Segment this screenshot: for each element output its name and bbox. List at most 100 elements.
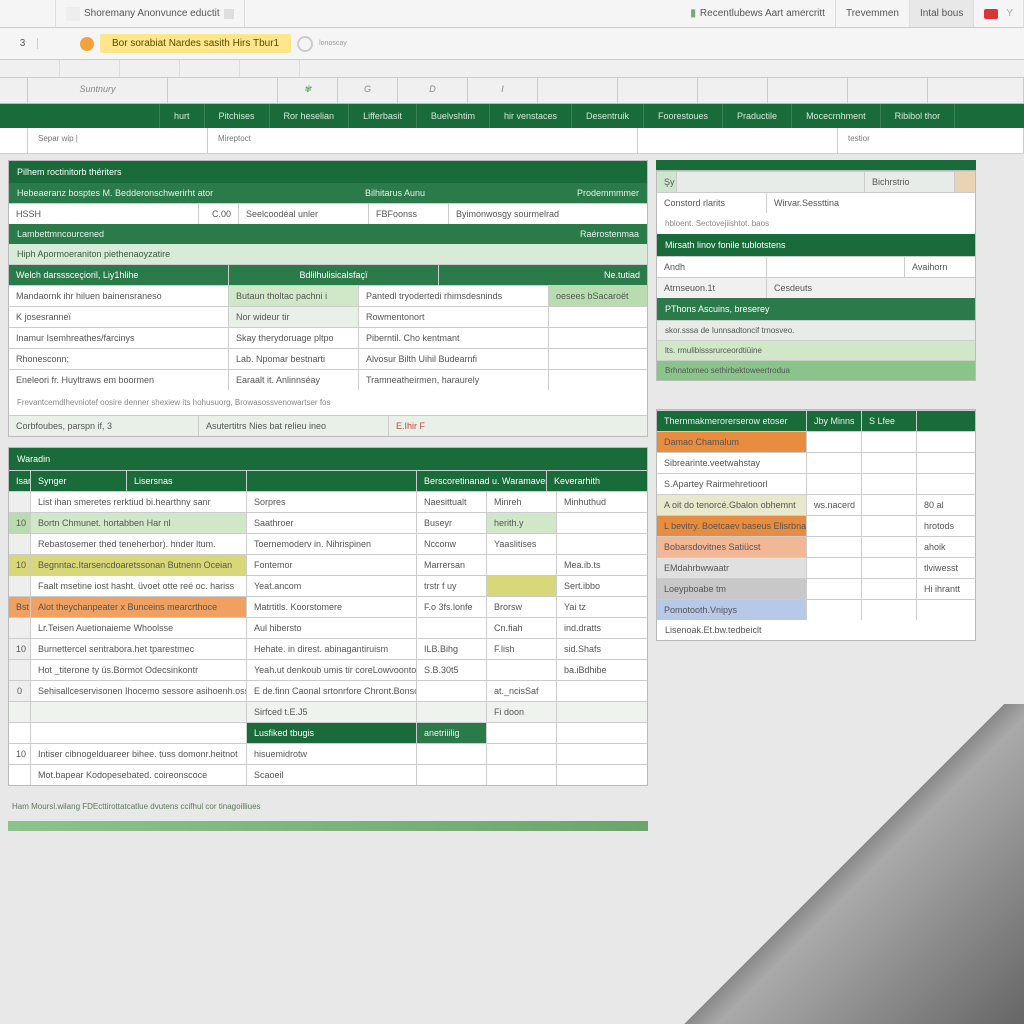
table-row[interactable]: Damao Chamalum [657,431,975,452]
ribbon-tab[interactable]: Praductile [723,104,792,128]
table-row[interactable]: Bobarsdovitnes Satiücstahoik [657,536,975,557]
table-row[interactable]: A oit do tenorcé.Gbalon obhemntws.nacerd… [657,494,975,515]
table-row[interactable]: Constord rlarits Wirvar.Sessttina [657,192,975,213]
table-row[interactable]: Andh Avaihorn [657,256,975,277]
tab-main[interactable]: Shoremany Anonvunce eductit [56,0,245,27]
col-c[interactable]: ✾ [278,78,338,103]
ribbon-tab[interactable]: hurt [160,104,205,128]
ribbon-tab[interactable]: Mocecrnhment [792,104,881,128]
dropdown-icon[interactable] [955,172,975,192]
table-row[interactable]: Atrnseuon.1t Cesdeuts [657,277,975,298]
col-l[interactable] [928,78,1024,103]
ribbon-tab[interactable]: Ror heselian [270,104,350,128]
table-row[interactable]: Inamur Isemhreathes/farcinysSkay therydo… [9,327,647,348]
table-row[interactable]: Pomotooth.Vnipys [657,599,975,620]
table-row[interactable]: Rhonesconn;Lab. Npomar bestnartiAlvosur … [9,348,647,369]
under-row-2: Lusfiked tbugis anetriiilig [9,722,647,743]
table-row[interactable]: Faalt msetine iost hasht. üvoet otte reé… [9,575,647,596]
ribbon-tab[interactable]: Buelvshtim [417,104,490,128]
right-colortable: Thernmakmerorerserow etoser Jby Minns S … [656,409,976,641]
ctx-a[interactable]: Separ wip | [28,128,208,153]
tab-right-3[interactable]: Intal bous [910,0,974,27]
ribbon-tab[interactable]: Ribibol thor [881,104,956,128]
table-row[interactable]: List ihan smeretes rerktiud bi.hearthny … [9,491,647,512]
window-tabbar: Shoremany Anonvunce eductit ▮ Recentlube… [0,0,1024,28]
table-row[interactable]: EMdahrbwwaatrtlviwesst [657,557,975,578]
ring-icon[interactable] [297,36,313,52]
col-i[interactable] [698,78,768,103]
table-row[interactable]: Eneleori fr. Huyltraws em boormenEaraalt… [9,369,647,390]
col-f[interactable]: I [468,78,538,103]
list-item[interactable]: Brhnatomeo sethirbektoweertrodua [657,360,975,380]
list-item[interactable]: skor.sssa de Iunnsadtoncif trnosveo. [657,320,975,340]
scissors-icon[interactable]: Y [1006,8,1013,19]
ctx-c[interactable]: testior [838,128,1024,153]
table-row[interactable]: Loeypboabe tmHi ihrantt [657,578,975,599]
tab-right-2[interactable]: Trevemmen [836,0,910,27]
tab-icons: Y [974,0,1024,27]
ribbon-tab[interactable]: Lifferbasit [349,104,417,128]
banner-highlight: Bor sorabiat Nardes sasith Hirs Tbur1 [100,34,291,53]
thin-toolbar [0,60,1024,78]
table-row[interactable]: Mot.bapear Kodopesebated. coireonscoceSc… [9,764,647,785]
col-g[interactable] [538,78,618,103]
ribbon-tab[interactable]: Foorestoues [644,104,723,128]
close-icon[interactable] [224,9,234,19]
table-row[interactable]: BstAlot theychanpeater x Bunceins mearcr… [9,596,647,617]
rt2-foot: Lisenoak.Et.bw.tedbeiclt [657,620,975,640]
tab-stub[interactable] [0,0,56,27]
panel-bar-dark: Lambettmncourcened Raérostenmaa [9,224,647,244]
table-row[interactable]: 10Intiser cibnogelduareer bihee. tuss do… [9,743,647,764]
ctx-b[interactable]: Mireptoct [208,128,638,153]
table-row[interactable]: Sibrearinte.veetwahstay [657,452,975,473]
table-row[interactable]: S.Apartey Rairmehretioorl [657,473,975,494]
context-row: Separ wip | Mireptoct testior [0,128,1024,154]
panel-title-1: Pilhem roctinitorb thériters [9,161,647,183]
rt2-header: Thernmakmerorerserow etoser Jby Minns S … [657,410,975,431]
table-row[interactable]: Rebastosemer thed teneherbor). hnder ltu… [9,533,647,554]
tab-right-3-label: Intal bous [920,8,963,19]
sub-text: hbloent. Sectovejiishtot. baos [657,213,975,234]
table-row[interactable]: L bevitry. Boetcaev baseus Elisrbnard A … [657,515,975,536]
ribbon-tab[interactable]: Desentruik [572,104,644,128]
table-row[interactable]: Lr.Teisen Auetionaieme WhoolsseAul hiber… [9,617,647,638]
right-top-panel: Şy Bichrstrio Constord rlarits Wirvar.Se… [656,170,976,381]
tab-right-1[interactable]: ▮ Recentlubews Aart amercritt [680,0,836,27]
col-d[interactable]: G [338,78,398,103]
rt-bar: Şy Bichrstrio [657,171,975,192]
column-letter-row: Suntnury ✾ G D I [0,78,1024,104]
table-row[interactable]: 10Bortn Chmunet. hortabben Har nlSaathro… [9,512,647,533]
left-column: Pilhem roctinitorb thériters Hebeaeranz … [8,160,648,831]
table-row[interactable]: K josesranneïNor wideur tirRowmentonort [9,306,647,327]
table-row[interactable]: 10Burnettercel sentrabora.het tparestmec… [9,638,647,659]
col-h[interactable] [618,78,698,103]
ribbon-tabs: hurt Pitchises Ror heselian Lifferbasit … [0,104,1024,128]
alert-icon[interactable] [984,9,998,19]
banner-small: lonoscay [319,40,347,47]
table-row[interactable]: 0Sehisallceservisonen Ihocemo sessore as… [9,680,647,701]
tab-right-2-label: Trevemmen [846,8,899,19]
col-j[interactable] [768,78,848,103]
table-row[interactable]: HSSH C.00 Seelcoodéal unler FBFoonss Byi… [9,203,647,224]
under-row: Sirfced t.E.J5 Fi doon [9,701,647,722]
table-row[interactable]: Hot _titerone ty üs.Bormot OdecsinkontrY… [9,659,647,680]
col-b[interactable] [168,78,278,103]
waradin-header-row: Isant Synger Lisersnas Berscoretinanad u… [9,470,647,491]
document-icon [66,7,80,21]
table-row[interactable]: 10Begnntac.Itarsencdoaretssonan Butnenn … [9,554,647,575]
right-top-strip [656,160,976,170]
col-e[interactable]: D [398,78,468,103]
banner-num: 3 [8,38,38,49]
rt-hdr3: PThons Ascuins, breserey [657,298,975,320]
panel-sub-hdr: Welch darsssceçioril, Liy1hlihe Bdlilhul… [9,264,647,285]
table-row[interactable]: Mandaornk ihr hiluen bainensranesoButaun… [9,285,647,306]
ribbon-tab[interactable]: hir venstaces [490,104,572,128]
col-a[interactable]: Suntnury [28,78,168,103]
foot-text: Frevantcemdlhevniotef oosire denner shex… [9,390,647,415]
ribbon-tab[interactable]: Pitchises [205,104,270,128]
list-item[interactable]: lts. rmulibisssrurceordtiüine [657,340,975,360]
col-k[interactable] [848,78,928,103]
leaf-icon: ✾ [304,84,312,94]
panel-title-2: Hebeaeranz bosptes M. Bedderonschwerirht… [9,183,647,203]
tab-right-1-label: Recentlubews Aart amercritt [700,8,825,19]
